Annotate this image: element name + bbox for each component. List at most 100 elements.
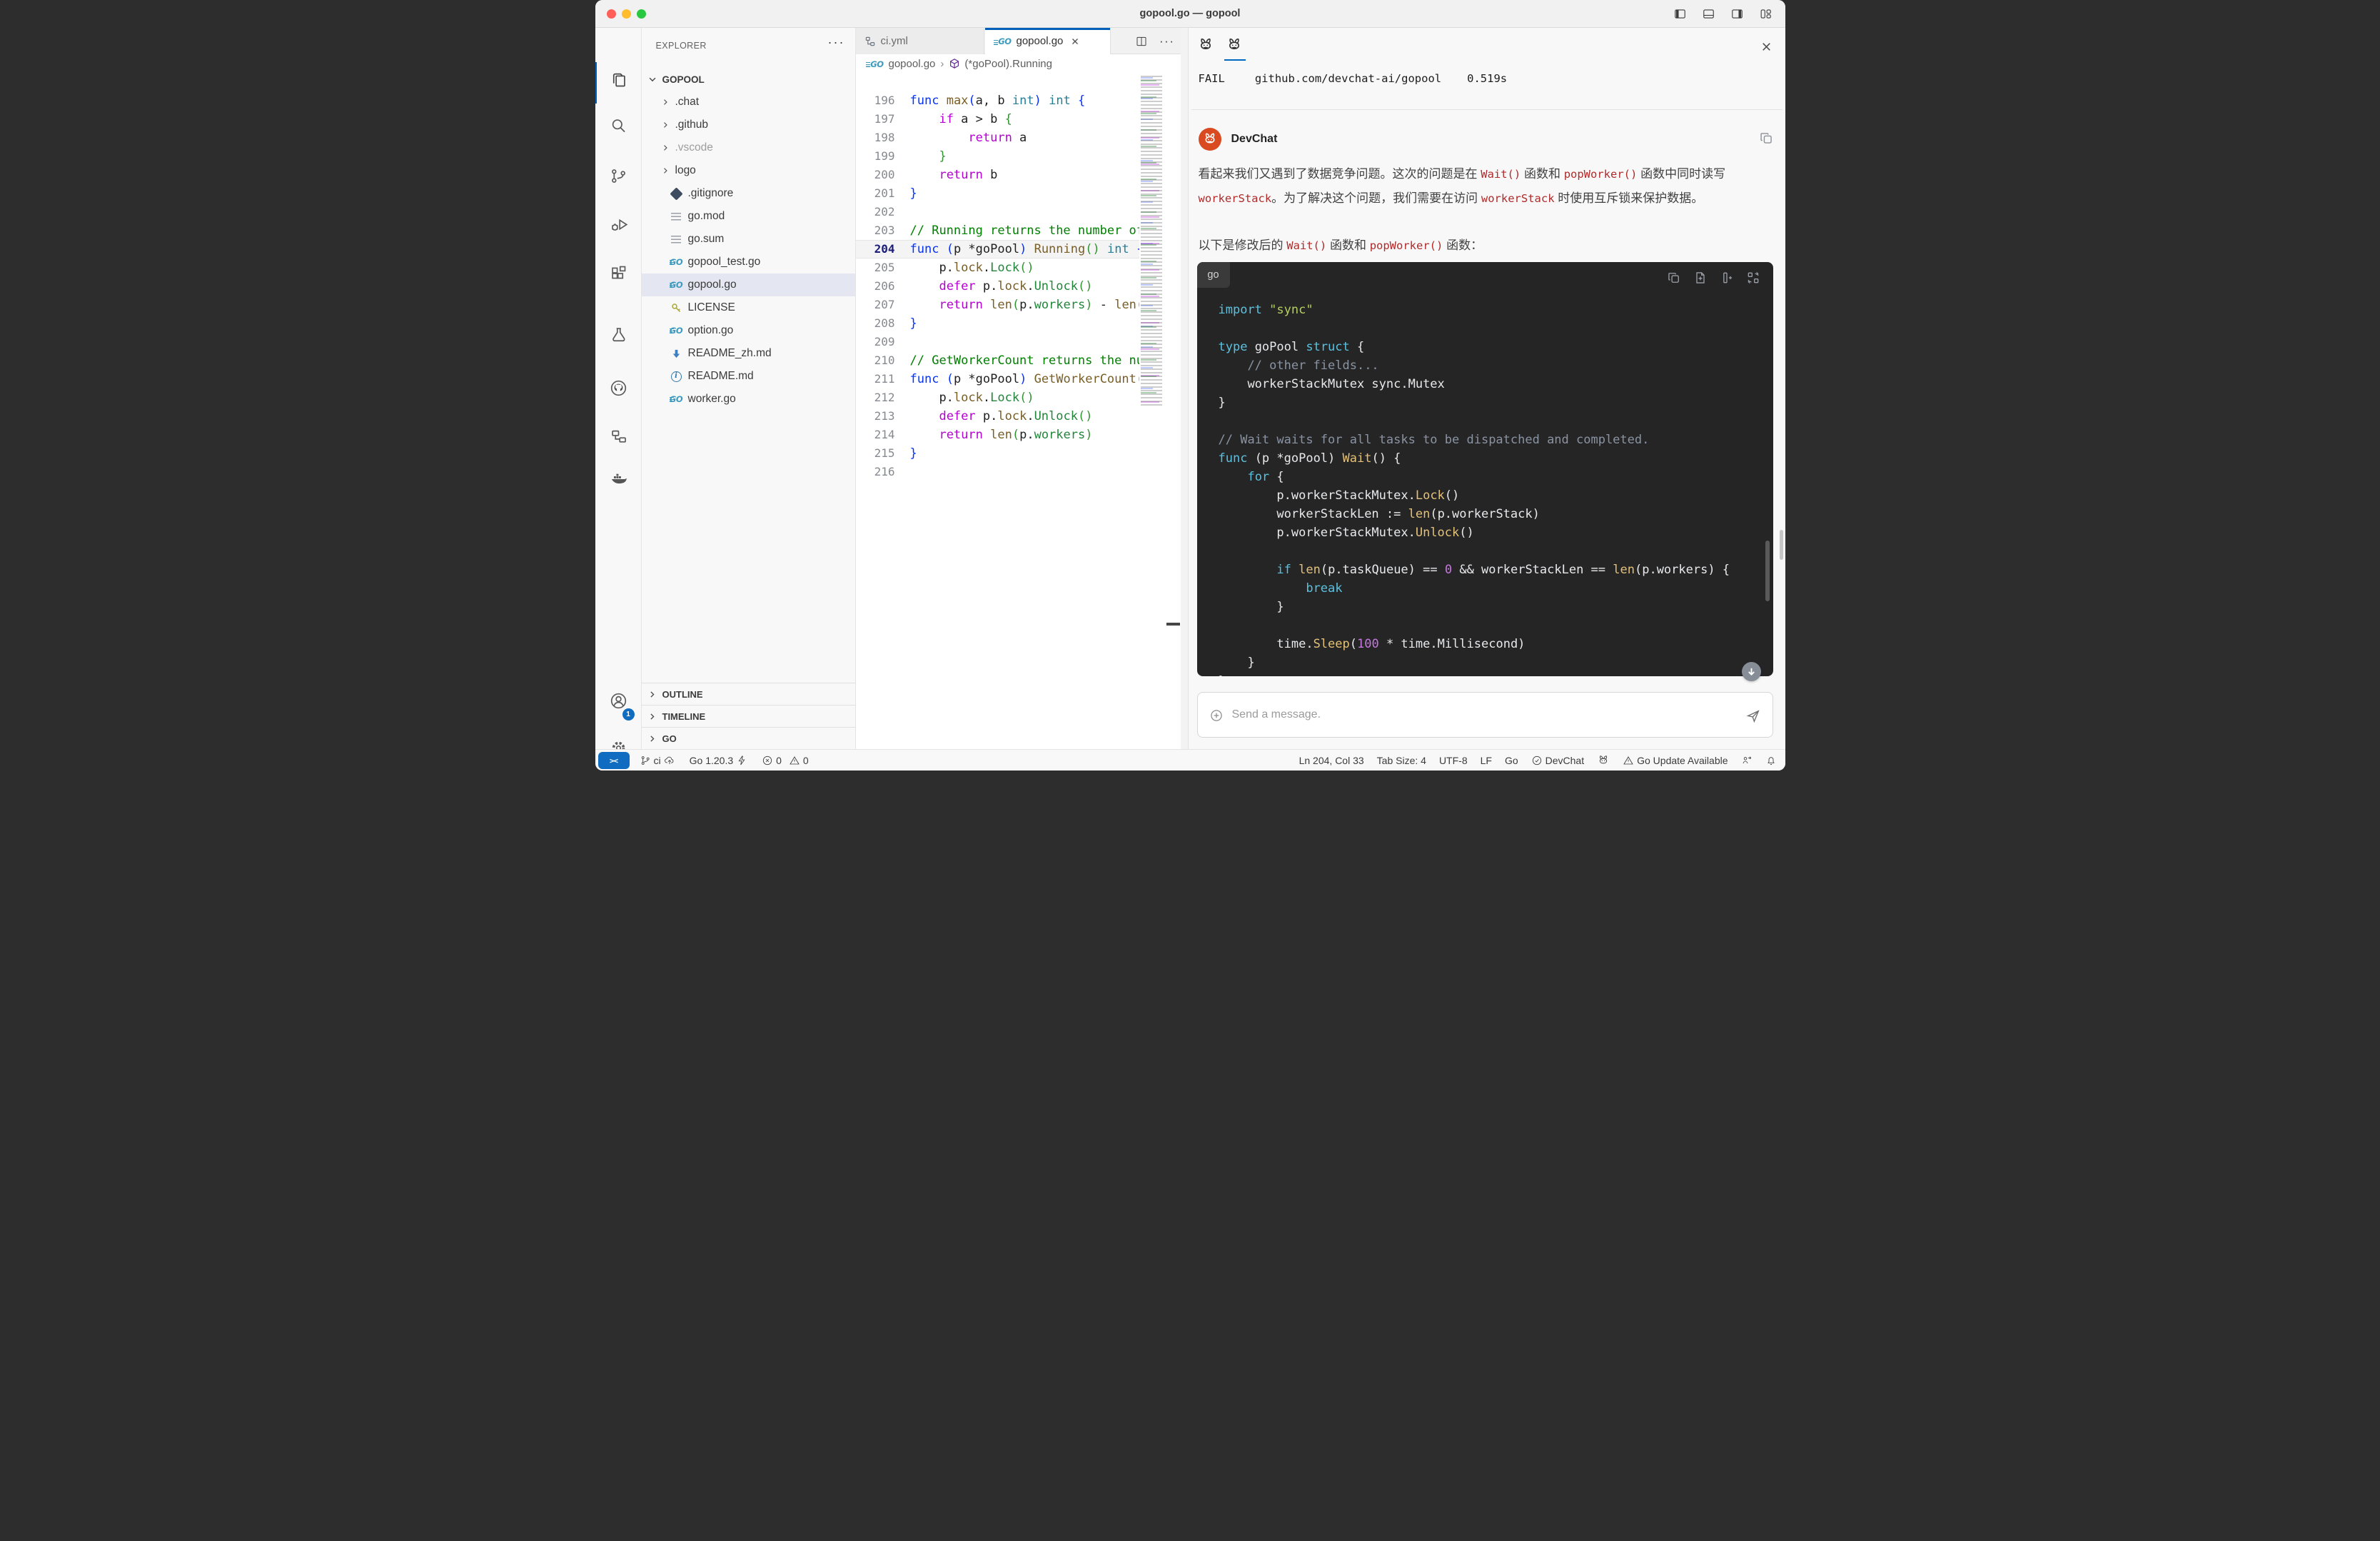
activity-bar: 1 [595,28,642,749]
tree-item-license[interactable]: LICENSE [642,296,855,319]
breadcrumb-file[interactable]: gopool.go [889,58,936,70]
editor-scrollbar-thumb[interactable] [1166,623,1180,626]
tree-item-worker-go[interactable]: GO worker.go [642,388,855,411]
code-line: workerStackLen := len(p.workerStack) [1219,505,1773,523]
tab-gopool-go[interactable]: GO gopool.go [985,28,1111,54]
tree-item-chat[interactable]: .chat [642,91,855,114]
tree-item-gosum[interactable]: go.sum [642,228,855,251]
new-file-icon[interactable] [1693,271,1708,285]
customize-layout-icon[interactable] [1759,7,1773,21]
git-file-icon [670,188,682,200]
references-icon[interactable] [595,419,642,453]
minimap[interactable] [1139,76,1166,406]
devchat-tab-icon[interactable] [1197,35,1216,56]
code-line: 213 defer p.lock.Unlock() [856,407,1139,426]
chevron-right-icon [661,121,670,129]
tree-item-vscode[interactable]: .vscode [642,136,855,159]
explorer-icon[interactable] [595,62,642,96]
go-file-icon: GO [670,393,682,406]
tree-item-readme-zh[interactable]: README_zh.md [642,342,855,365]
lightning-icon [736,755,747,766]
panel-scrollbar-thumb[interactable] [1780,530,1783,560]
panel-resize-sash[interactable] [1181,28,1189,749]
toggle-secondary-sidebar-icon[interactable] [1730,7,1744,21]
rabbit-status-icon[interactable] [1597,754,1610,767]
tree-item-readme[interactable]: i README.md [642,365,855,388]
close-tab-icon[interactable] [1070,36,1080,46]
copy-message-icon[interactable] [1759,131,1774,146]
breadcrumb[interactable]: GO gopool.go › (*goPool).Running [856,54,1181,73]
toggle-panel-icon[interactable] [1702,7,1715,21]
tree-root-gopool[interactable]: GOPOOL [642,68,855,91]
toggle-primary-sidebar-icon[interactable] [1673,7,1687,21]
text-file-icon [670,211,682,223]
branch-status-item[interactable]: ci [640,755,675,766]
accounts-icon[interactable]: 1 [595,683,642,718]
section-go[interactable]: GO [642,727,855,749]
send-message-icon[interactable] [1745,708,1761,723]
encoding-status-item[interactable]: UTF-8 [1439,755,1468,766]
scroll-to-bottom-button[interactable] [1742,662,1761,681]
devchat-status-item[interactable]: DevChat [1531,755,1584,766]
code-line: } [1219,393,1773,412]
remote-indicator[interactable]: >< [598,752,630,769]
editor-more-actions-icon[interactable]: ··· [1159,34,1174,49]
go-update-status-item[interactable]: Go Update Available [1623,755,1728,766]
github-icon[interactable] [595,371,642,405]
search-icon[interactable] [595,109,642,143]
code-line: 210// GetWorkerCount returns the number … [856,351,1139,370]
sender-name: DevChat [1231,133,1278,146]
cursor-position-status-item[interactable]: Ln 204, Col 33 [1299,755,1364,766]
tree-item-gitignore[interactable]: .gitignore [642,182,855,205]
code-line: 215} [856,444,1139,463]
main-area: 1 EXPLORER ··· GOPOOL .chat [595,28,1785,749]
eol-status-item[interactable]: LF [1481,755,1492,766]
copy-code-icon[interactable] [1667,271,1681,285]
devchat-avatar [1199,128,1221,151]
replace-code-icon[interactable] [1746,271,1760,285]
tree-item-logo[interactable]: logo [642,159,855,182]
feedback-icon[interactable] [1741,755,1753,766]
tab-size-status-item[interactable]: Tab Size: 4 [1377,755,1426,766]
tab-ci-yml[interactable]: ci.yml [856,28,984,54]
message-input[interactable] [1231,693,1730,736]
section-timeline[interactable]: TIMELINE [642,705,855,727]
code-line: import "sync" [1219,301,1773,319]
code-block-lines: import "sync"type goPool struct { // oth… [1197,293,1773,676]
yaml-file-icon [864,36,876,47]
tree-item-option-go[interactable]: GO option.go [642,319,855,342]
split-editor-icon[interactable] [1135,35,1148,48]
explorer-more-actions-icon[interactable]: ··· [828,35,845,50]
extensions-icon[interactable] [595,256,642,290]
close-panel-icon[interactable] [1760,41,1773,53]
breadcrumb-symbol[interactable]: (*goPool).Running [964,58,1052,70]
editor-group: ci.yml GO gopool.go ··· GO gopool.go › [856,28,1181,749]
devchat-active-tab-icon[interactable] [1226,35,1244,56]
testing-icon[interactable] [595,317,642,351]
code-line: break [1219,579,1773,598]
tree-item-gomod[interactable]: go.mod [642,205,855,228]
branch-icon [640,755,651,766]
problems-status-item[interactable]: 0 0 [762,755,809,766]
tree-item-gopool-go[interactable]: GO gopool.go [642,273,855,296]
tree-item-github[interactable]: .github [642,114,855,136]
chevron-right-icon [661,98,670,106]
status-bar: >< ci Go 1.20.3 0 0 Ln 204, Col 33 Tab S… [595,749,1785,770]
go-version-status-item[interactable]: Go 1.20.3 [690,755,748,766]
chat-paragraph: 以下是修改后的 Wait() 函数和 popWorker() 函数： [1199,234,1770,258]
breadcrumb-separator: › [940,58,944,70]
section-outline[interactable]: OUTLINE [642,683,855,705]
text-file-icon [670,234,682,246]
run-debug-icon[interactable] [595,207,642,241]
insert-code-icon[interactable] [1720,271,1734,285]
code-editor[interactable]: 196func max(a, b int) int {197 if a > b … [856,73,1181,749]
language-status-item[interactable]: Go [1505,755,1518,766]
notifications-bell-icon[interactable] [1765,755,1777,766]
tree-item-gopool-test-go[interactable]: GO gopool_test.go [642,251,855,273]
code-line: } [1219,653,1773,672]
docker-icon[interactable] [595,461,642,495]
code-block-scrollbar-thumb[interactable] [1765,541,1770,601]
add-context-icon[interactable] [1209,708,1224,723]
source-control-icon[interactable] [595,159,642,193]
message-input-box[interactable] [1197,692,1773,738]
